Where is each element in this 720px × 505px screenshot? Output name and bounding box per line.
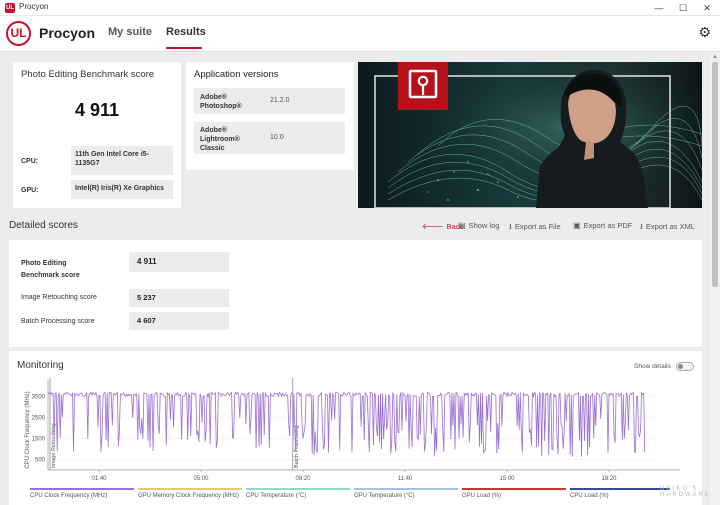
app-versions-card: Application versions Adobe® Photoshop® 2…	[186, 62, 354, 170]
detail-score-value: 4 911	[129, 252, 229, 272]
show-details-label: Show details	[634, 363, 671, 370]
active-tab-indicator	[166, 47, 202, 49]
brand-name: Procyon	[39, 25, 96, 41]
detail-score-label: Photo Editing Benchmark score	[21, 260, 80, 279]
legend-swatch	[462, 488, 566, 490]
legend-label: CPU Load (%)	[570, 493, 609, 499]
x-tick-label: 08:20	[295, 476, 311, 482]
detail-score-label: Image Retouching score	[21, 294, 97, 301]
export-file-label: Export as File	[514, 222, 561, 231]
export-file-button[interactable]: ⭳ Export as File	[509, 221, 561, 235]
show-details-toggle[interactable]	[676, 362, 694, 371]
tab-my-suite[interactable]: My suite	[108, 26, 152, 38]
legend-label: CPU Clock Frequency (MHz)	[30, 493, 108, 499]
cpu-label: CPU:	[21, 158, 39, 165]
gpu-value-box: Intel(R) Iris(R) Xe Graphics	[71, 180, 173, 199]
export-xml-label: Export as XML	[645, 222, 695, 231]
close-button[interactable]: ✕	[694, 0, 720, 16]
y-tick-label: 1500	[32, 437, 46, 443]
scroll-up-icon[interactable]: ▲	[712, 54, 718, 60]
download-icon: ⭳	[509, 222, 512, 231]
app-version: 10.0	[270, 134, 284, 141]
x-tick-label: 05:00	[193, 476, 209, 482]
app-header: UL Procyon My suite Results ⚙	[0, 16, 720, 52]
app-version: 21.2.0	[270, 97, 290, 104]
show-log-label: Show log	[468, 221, 500, 230]
hero-image	[358, 62, 702, 208]
detail-score-value: 5 237	[129, 289, 229, 307]
photoshop-row: Adobe® Photoshop® 21.2.0	[194, 88, 345, 114]
gpu-label: GPU:	[21, 187, 39, 194]
legend-swatch	[354, 488, 458, 490]
x-tick-label: 18:20	[601, 476, 617, 482]
legend-swatch	[246, 488, 350, 490]
legend-swatch	[138, 488, 242, 490]
legend-label: GPU Temperature (°C)	[354, 493, 415, 499]
cpu-value-box: 11th Gen Intel Core i5-1135G7	[71, 146, 173, 175]
x-tick-label: 01:40	[91, 476, 107, 482]
tab-results[interactable]: Results	[166, 26, 206, 38]
legend-cpu-load: CPU Load (%)	[570, 488, 670, 499]
maximize-button[interactable]: ☐	[670, 0, 696, 16]
score-card: Photo Editing Benchmark score 4 911 CPU:…	[13, 62, 181, 208]
series-line-cpu-clock	[47, 391, 646, 457]
procyon-app-icon: UL	[5, 3, 15, 13]
hero-artwork	[358, 62, 702, 208]
legend-gpu-temperature: GPU Temperature (°C)	[354, 488, 458, 499]
monitoring-title: Monitoring	[17, 360, 64, 371]
detailed-scores-title: Detailed scores	[9, 220, 78, 231]
back-button[interactable]: 🡐 Back	[422, 221, 463, 231]
scrollbar-thumb[interactable]	[712, 62, 718, 287]
legend-label: GPU Load (%)	[462, 493, 502, 499]
detail-score-value: 4 607	[129, 312, 229, 330]
save-icon: ▣	[573, 221, 581, 230]
vertical-scrollbar[interactable]: ▲	[710, 52, 720, 505]
document-icon: ▤	[458, 221, 466, 230]
y-tick-label: 3500	[32, 395, 46, 401]
show-log-button[interactable]: ▤ Show log	[458, 221, 499, 230]
app-name: Adobe® Photoshop®	[200, 94, 242, 110]
back-arrow-icon: 🡐	[422, 222, 444, 231]
window-title: Procyon	[19, 2, 49, 11]
y-tick-label: 500	[35, 458, 46, 464]
legend-label: CPU Temperature (°C)	[246, 493, 307, 499]
minimize-button[interactable]: —	[646, 0, 672, 16]
download-icon: ⭳	[640, 222, 643, 231]
y-tick-label: 2500	[32, 416, 46, 422]
detail-score-label: Batch Processing score	[21, 318, 95, 325]
ul-logo: UL	[6, 21, 31, 46]
title-bar: UL Procyon — ☐ ✕	[0, 0, 720, 16]
cpu-value: 11th Gen Intel Core i5-1135G7	[75, 151, 149, 167]
score-card-title: Photo Editing Benchmark score	[21, 69, 155, 80]
gear-icon[interactable]: ⚙	[698, 24, 711, 41]
detailed-scores-panel: Photo Editing Benchmark score 4 911 Imag…	[9, 240, 702, 347]
legend-cpu-clock: CPU Clock Frequency (MHz)	[30, 488, 134, 499]
gpu-value: Intel(R) Iris(R) Xe Graphics	[75, 185, 165, 192]
benchmark-score: 4 911	[74, 100, 120, 120]
legend-gpu-load: GPU Load (%)	[462, 488, 566, 499]
watermark: UNIKO'S HARDWARE	[660, 486, 711, 498]
legend-gpu-memory: GPU Memory Clock Frequency (MHz)	[138, 488, 242, 499]
monitoring-chart: CPU Clock Frequency (MHz) 3500 2500 1500 500…	[25, 378, 680, 482]
legend-label: GPU Memory Clock Frequency (MHz)	[138, 493, 240, 499]
app-versions-title: Application versions	[194, 69, 279, 80]
legend-swatch	[570, 488, 670, 490]
legend-cpu-temperature: CPU Temperature (°C)	[246, 488, 350, 499]
x-tick-label: 15:00	[499, 476, 515, 482]
export-pdf-label: Export as PDF	[583, 221, 633, 230]
export-xml-button[interactable]: ⭳ Export as XML	[640, 221, 695, 235]
export-pdf-button[interactable]: ▣ Export as PDF	[573, 221, 632, 230]
app-name: Adobe® Lightroom® Classic	[200, 127, 240, 152]
legend-swatch	[30, 488, 134, 490]
x-tick-label: 11:40	[398, 476, 413, 482]
y-axis-label: CPU Clock Frequency (MHz)	[25, 391, 31, 468]
lightroom-row: Adobe® Lightroom® Classic 10.0	[194, 122, 345, 154]
